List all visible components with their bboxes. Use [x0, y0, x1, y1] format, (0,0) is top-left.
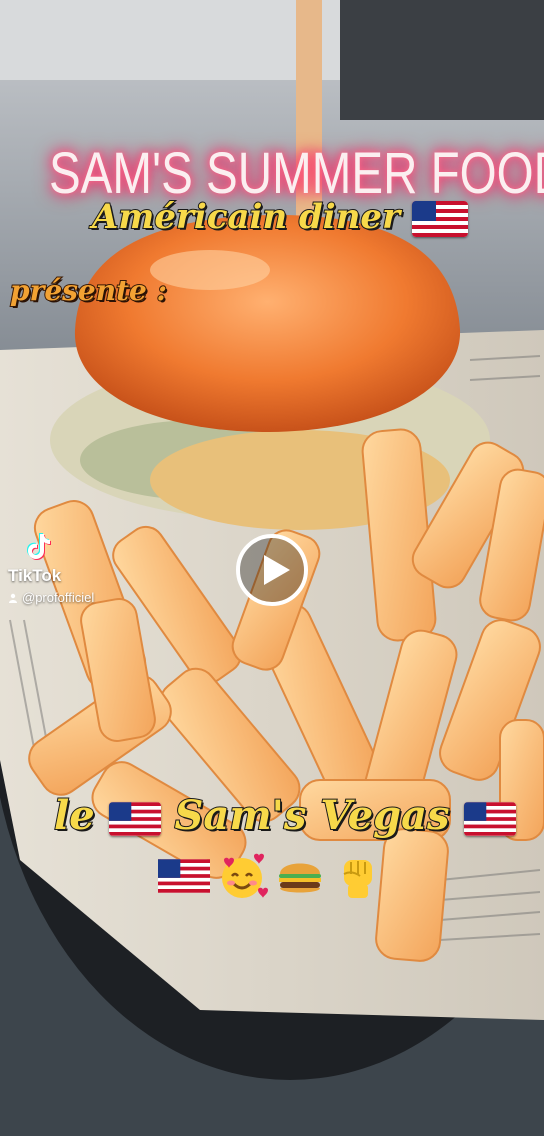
- flag-us-icon: [411, 201, 468, 237]
- tiktok-brand-label: TikTok: [8, 566, 62, 585]
- smiling-face-with-hearts-icon: [222, 853, 268, 898]
- username-label: @profofficiel: [22, 590, 95, 605]
- name-prefix: le: [53, 791, 96, 840]
- flag-us-icon: [463, 802, 516, 836]
- burger-icon: [279, 863, 321, 893]
- subtitle-caption: Américain diner: [91, 196, 468, 238]
- flag-us-icon: [108, 802, 161, 836]
- name-caption: le Sam's Vegas: [53, 791, 516, 840]
- name-text: Sam's Vegas: [174, 791, 451, 840]
- flag-us-icon: [158, 859, 210, 893]
- tiktok-watermark: TikTok @profofficiel: [8, 530, 94, 605]
- username-watermark: @profofficiel: [8, 590, 94, 605]
- presente-caption: présente :: [9, 273, 168, 308]
- play-button[interactable]: [236, 534, 308, 606]
- video-frame[interactable]: SAM'S SUMMER FOOD Américain diner présen…: [0, 0, 544, 1136]
- play-icon: [264, 555, 290, 585]
- tiktok-logo-icon: [27, 533, 51, 560]
- emoji-row: [158, 850, 384, 902]
- raised-fist-icon: [343, 860, 372, 898]
- subtitle-text: Américain diner: [91, 196, 401, 238]
- user-icon: [9, 593, 17, 603]
